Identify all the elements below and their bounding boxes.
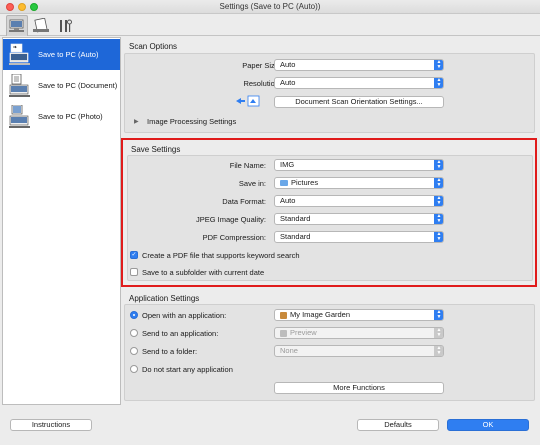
orientation-icon: [236, 95, 260, 107]
open-app-value: My Image Garden: [290, 310, 351, 319]
instructions-button[interactable]: Instructions: [10, 419, 92, 431]
send-app-value: Preview: [290, 328, 317, 337]
computer-document-icon: [8, 73, 34, 98]
computer-auto-icon: [8, 43, 34, 67]
send-folder-radio[interactable]: [130, 347, 138, 355]
resolution-select[interactable]: Auto ▲ ▼: [274, 77, 444, 89]
sidebar-item-save-to-pc-photo[interactable]: Save to PC (Photo): [3, 101, 120, 132]
open-app-radio[interactable]: [130, 311, 138, 319]
send-app-select[interactable]: Preview ▲ ▼: [274, 327, 444, 339]
stepper-arrows-icon: ▲ ▼: [434, 346, 443, 356]
tools-icon: [60, 19, 72, 32]
sidebar-item-label: Save to PC (Photo): [38, 112, 103, 121]
orientation-settings-button[interactable]: Document Scan Orientation Settings...: [274, 96, 444, 108]
stepper-arrows-icon: ▲ ▼: [434, 310, 443, 320]
application-settings-title: Application Settings: [129, 294, 200, 303]
stepper-arrows-icon: ▲ ▼: [434, 328, 443, 338]
scan-options-title: Scan Options: [129, 42, 178, 51]
footer-bar: Instructions Defaults OK: [0, 406, 540, 445]
sidebar-item-save-to-pc-auto[interactable]: Save to PC (Auto): [3, 39, 120, 70]
no-app-label: Do not start any application: [142, 365, 233, 374]
paper-size-select[interactable]: Auto ▲ ▼: [274, 59, 444, 71]
computer-photo-icon: [8, 104, 34, 129]
scan-from-computer-tab[interactable]: [6, 15, 28, 36]
title-bar: Settings (Save to PC (Auto)): [0, 0, 540, 14]
toolbar: [0, 14, 540, 36]
send-app-radio[interactable]: [130, 329, 138, 337]
ok-button[interactable]: OK: [447, 419, 529, 431]
sidebar-item-label: Save to PC (Auto): [38, 50, 99, 59]
open-app-select[interactable]: My Image Garden ▲ ▼: [274, 309, 444, 321]
disclosure-triangle-icon[interactable]: ▶: [134, 118, 139, 125]
general-settings-tab[interactable]: [54, 15, 76, 36]
paper-size-label: Paper Size:: [242, 61, 281, 70]
sidebar: Save to PC (Auto) Save to PC (Document): [2, 37, 121, 405]
no-app-radio[interactable]: [130, 365, 138, 373]
settings-main: Scan Options Paper Size: Auto ▲ ▼ Resolut…: [121, 37, 538, 405]
image-garden-icon: [280, 311, 287, 319]
image-processing-label[interactable]: Image Processing Settings: [147, 117, 236, 126]
stepper-arrows-icon: ▲ ▼: [434, 78, 443, 88]
resolution-label: Resolution:: [243, 79, 281, 88]
resolution-value: Auto: [280, 78, 296, 87]
scan-from-panel-tab[interactable]: [30, 15, 52, 36]
send-folder-select[interactable]: None ▲ ▼: [274, 345, 444, 357]
sidebar-item-save-to-pc-document[interactable]: Save to PC (Document): [3, 70, 120, 101]
save-settings-highlight: [121, 138, 537, 287]
sidebar-item-label: Save to PC (Document): [38, 81, 118, 90]
settings-window: Settings (Save to PC (Auto)) Save to PC …: [0, 0, 540, 445]
more-functions-button[interactable]: More Functions: [274, 382, 444, 394]
send-folder-value: None: [280, 346, 298, 355]
document-scan-icon: [33, 17, 49, 32]
send-app-label: Send to an application:: [142, 329, 219, 338]
stepper-arrows-icon: ▲ ▼: [434, 60, 443, 70]
open-app-label: Open with an application:: [142, 311, 227, 320]
paper-size-value: Auto: [280, 60, 296, 69]
defaults-button[interactable]: Defaults: [357, 419, 439, 431]
computer-scan-icon: [9, 19, 24, 32]
preview-app-icon: [280, 329, 287, 337]
window-title: Settings (Save to PC (Auto)): [219, 2, 321, 11]
send-folder-label: Send to a folder:: [142, 347, 198, 356]
